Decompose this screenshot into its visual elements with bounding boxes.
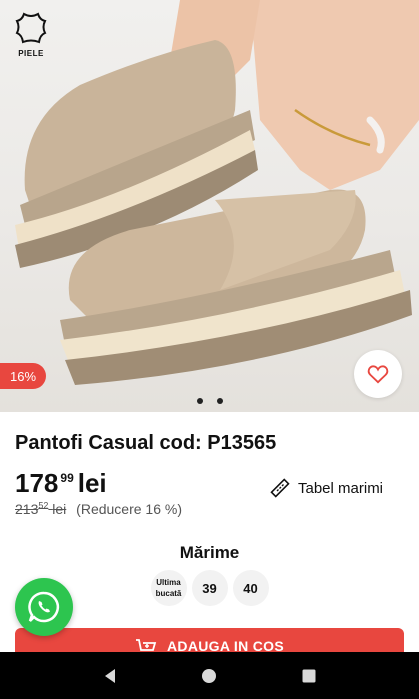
heart-outline-icon bbox=[367, 365, 389, 384]
discount-tag: 16% bbox=[0, 363, 46, 389]
product-image[interactable]: PIELE 16% bbox=[0, 0, 419, 412]
back-icon[interactable] bbox=[102, 668, 118, 684]
carousel-dots bbox=[0, 398, 419, 404]
product-title: Pantofi Casual cod: P13565 bbox=[15, 432, 277, 454]
old-price-decimal: 52 bbox=[38, 500, 49, 510]
size-chart-label: Tabel marimi bbox=[298, 479, 384, 497]
leather-hide-icon bbox=[15, 12, 47, 44]
price-integer: 178 bbox=[15, 468, 59, 498]
old-price-currency: lei bbox=[52, 500, 67, 517]
size-option-line2: bucată bbox=[155, 589, 182, 598]
size-title: Mărime bbox=[179, 543, 240, 562]
carousel-dot-1[interactable] bbox=[196, 398, 203, 404]
whatsapp-icon bbox=[28, 591, 60, 623]
reduction-text: (Reducere 16 %) bbox=[76, 500, 182, 517]
whatsapp-button[interactable] bbox=[15, 578, 73, 636]
price-currency: lei bbox=[77, 468, 107, 498]
ruler-icon bbox=[270, 478, 290, 498]
price: 178 99 lei bbox=[15, 468, 107, 502]
size-option-40[interactable]: 40 bbox=[232, 570, 269, 606]
old-price-row: 21352 lei (Reducere 16 %) bbox=[15, 500, 182, 517]
system-nav-bar bbox=[0, 652, 419, 699]
price-decimal: 99 bbox=[60, 470, 74, 485]
size-option-last-piece[interactable]: Ultima bucată bbox=[150, 570, 187, 606]
product-photo bbox=[15, 0, 419, 385]
home-icon[interactable] bbox=[201, 668, 217, 684]
leather-badge: PIELE bbox=[12, 12, 50, 62]
recents-icon[interactable] bbox=[301, 668, 317, 684]
size-option-line1: Ultima bbox=[156, 578, 181, 587]
old-price-integer: 213 bbox=[15, 500, 39, 517]
carousel-dot-2[interactable] bbox=[216, 398, 223, 404]
size-option-39[interactable]: 39 bbox=[191, 570, 228, 606]
old-price: 21352 lei bbox=[15, 500, 67, 517]
favorite-button[interactable] bbox=[354, 350, 402, 398]
size-chart-link[interactable]: Tabel marimi bbox=[270, 478, 383, 498]
leather-label: PIELE bbox=[18, 49, 44, 58]
